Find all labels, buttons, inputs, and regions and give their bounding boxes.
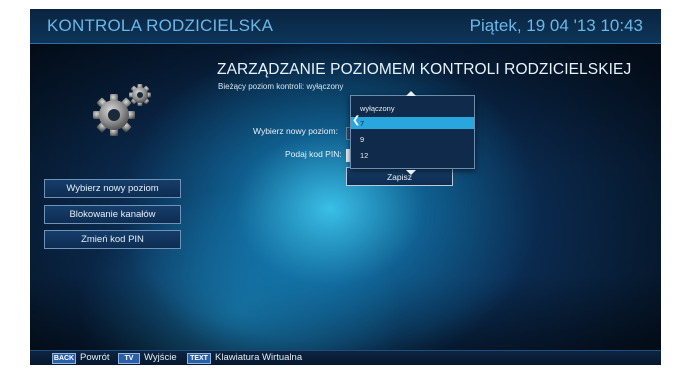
tv-key-badge: TV xyxy=(118,353,140,364)
sidebar-item-change-pin[interactable]: Zmień kod PIN xyxy=(44,230,181,249)
dropdown-highlight xyxy=(351,117,474,129)
dropdown-option-off[interactable]: wyłączony xyxy=(360,104,395,113)
pin-label: Podaj kod PIN: xyxy=(285,149,342,159)
chevron-left-icon[interactable]: ❮ xyxy=(352,116,360,126)
sidebar-item-select-level[interactable]: Wybierz nowy poziom xyxy=(44,179,181,198)
current-level-text: Bieżący poziom kontroli: wyłączony xyxy=(218,82,344,91)
sidebar-item-label: Blokowanie kanałów xyxy=(69,209,156,220)
dropdown-option-12[interactable]: 12 xyxy=(360,151,368,160)
sidebar-item-label: Zmień kod PIN xyxy=(81,234,144,245)
date-time: Piątek, 19 04 '13 10:43 xyxy=(469,16,643,35)
header-bar: KONTROLA RODZICIELSKA Piątek, 19 04 '13 … xyxy=(30,9,661,44)
save-button[interactable]: Zapisz xyxy=(346,167,453,186)
chevron-down-icon[interactable] xyxy=(406,170,416,175)
app-title: KONTROLA RODZICIELSKA xyxy=(47,16,274,35)
exit-hint-label: Wyjście xyxy=(144,352,177,363)
back-key-badge: BACK xyxy=(52,353,76,364)
chevron-up-icon[interactable] xyxy=(406,91,416,96)
level-dropdown[interactable]: wyłączony 7 9 12 xyxy=(350,95,475,169)
keyboard-hint-label: Klawiatura Wirtualna xyxy=(215,352,303,363)
page-title: ZARZĄDZANIE POZIOMEM KONTROLI RODZICIELS… xyxy=(217,61,632,78)
text-key-badge: TEXT xyxy=(187,353,211,364)
gears-icon xyxy=(93,84,151,136)
back-hint-label: Powrót xyxy=(80,352,110,363)
sidebar-item-channel-blocking[interactable]: Blokowanie kanałów xyxy=(44,205,181,224)
dropdown-option-9[interactable]: 9 xyxy=(360,135,364,144)
dropdown-option-7[interactable]: 7 xyxy=(360,119,364,128)
select-level-label: Wybierz nowy poziom: xyxy=(253,126,338,136)
footer-bar: BACK Powrót TV Wyjście TEXT Klawiatura W… xyxy=(30,350,661,365)
tv-screen: KONTROLA RODZICIELSKA Piątek, 19 04 '13 … xyxy=(30,9,661,365)
sidebar-item-label: Wybierz nowy poziom xyxy=(66,183,159,194)
